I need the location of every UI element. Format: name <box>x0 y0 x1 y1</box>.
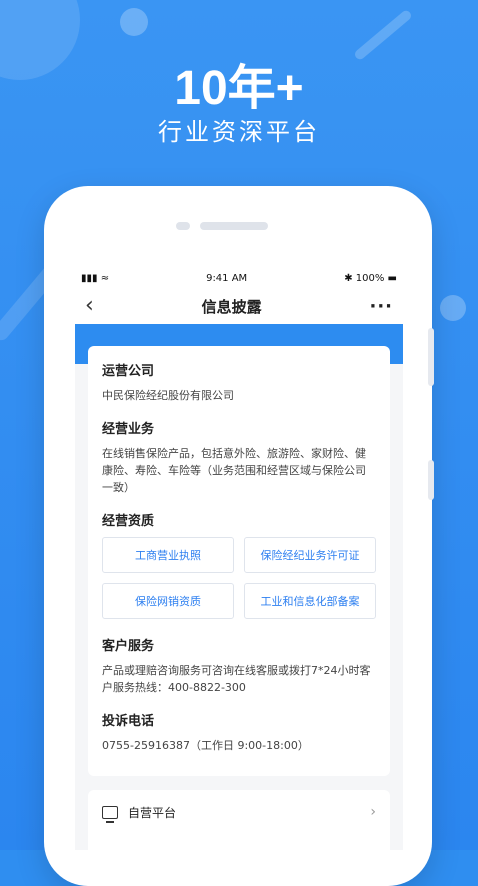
service-text: 产品或理赔咨询服务可咨询在线客服或拨打7*24小时客户服务热线：400-8822… <box>102 664 371 694</box>
phone-camera <box>176 222 190 230</box>
nav-bar: ‹ 信息披露 ··· <box>75 288 403 324</box>
phone-speaker <box>200 222 268 230</box>
business-title: 经营业务 <box>102 422 155 437</box>
monitor-icon <box>102 805 118 823</box>
complaint-title: 投诉电话 <box>102 714 155 729</box>
promo-headline: 10年+ <box>174 62 304 115</box>
business-text: 在线销售保险产品，包括意外险、旅游险、家财险、健康险、寿险、车险等（业务范围和经… <box>102 447 366 494</box>
brokerage-license-button[interactable]: 保险经纪业务许可证 <box>244 537 376 573</box>
miit-filing-button[interactable]: 工业和信息化部备案 <box>244 583 376 619</box>
battery-indicator: ✱ 100% ▬ <box>344 272 397 284</box>
business-license-button[interactable]: 工商营业执照 <box>102 537 234 573</box>
company-text: 中民保险经纪股份有限公司 <box>102 389 234 402</box>
back-icon[interactable]: ‹ <box>85 295 94 317</box>
decor-dot <box>120 8 148 36</box>
more-icon[interactable]: ··· <box>369 296 393 317</box>
status-bar: ▮▮▮ ≈ 9:41 AM ✱ 100% ▬ <box>75 268 403 288</box>
signal-wifi-icon: ▮▮▮ ≈ <box>81 272 110 284</box>
chevron-right-icon: › <box>370 804 376 820</box>
service-title: 客户服务 <box>102 639 155 654</box>
phone-side-button <box>428 460 434 500</box>
page-title: 信息披露 <box>201 297 262 316</box>
qualification-buttons: 工商营业执照 保险经纪业务许可证 保险网销资质 工业和信息化部备案 <box>102 537 376 619</box>
decor-dot <box>440 295 466 321</box>
phone-screen: ▮▮▮ ≈ 9:41 AM ✱ 100% ▬ ‹ 信息披露 ··· 运营公司 中… <box>75 268 403 850</box>
self-platform-row[interactable]: 自营平台 › <box>88 790 390 834</box>
phone-side-button <box>428 328 434 386</box>
disclosure-card: 运营公司 中民保险经纪股份有限公司 经营业务 在线销售保险产品，包括意外险、旅游… <box>88 346 390 776</box>
promo-subline: 行业资深平台 <box>158 118 320 146</box>
self-platform-label: 自营平台 <box>128 805 177 820</box>
qualifications-title: 经营资质 <box>102 514 155 529</box>
company-title: 运营公司 <box>102 364 155 379</box>
platform-list: 自营平台 › <box>88 790 390 850</box>
status-time: 9:41 AM <box>206 272 248 284</box>
online-sales-qualification-button[interactable]: 保险网销资质 <box>102 583 234 619</box>
complaint-phone: 0755-25916387（工作日 9:00-18:00） <box>102 739 309 752</box>
